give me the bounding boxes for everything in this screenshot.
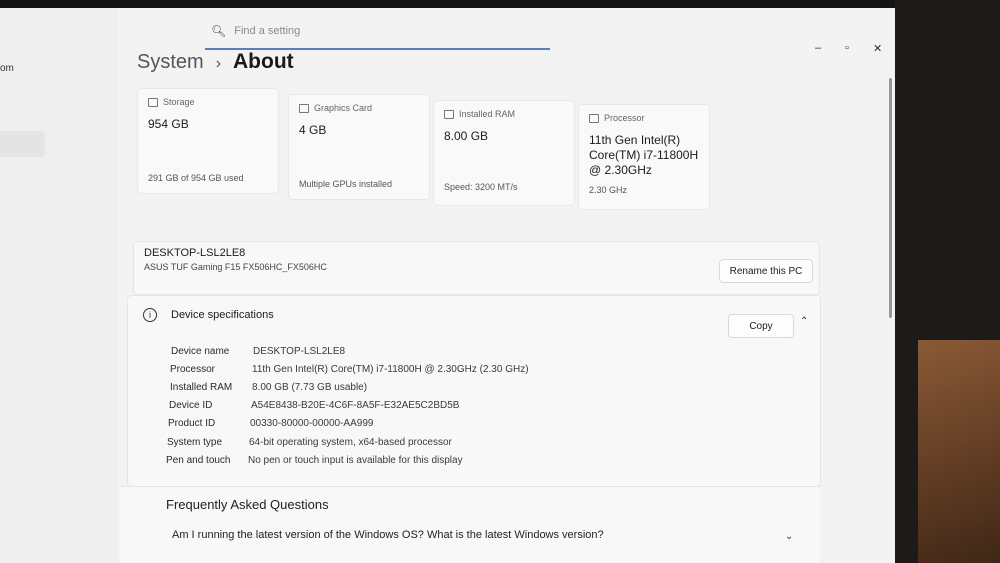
ram-speed: Speed: 3200 MT/s [444,182,518,192]
pc-model: ASUS TUF Gaming F15 FX506HC_FX506HC [144,262,327,272]
spec-value: 64-bit operating system, x64-based proce… [249,437,452,448]
faq-question[interactable]: Am I running the latest version of the W… [172,529,604,541]
spec-value: DESKTOP-LSL2LE8 [253,346,346,357]
spec-value: No pen or touch input is available for t… [248,455,463,466]
spec-value: 00330-80000-00000-AA999 [250,418,374,429]
ram-card[interactable]: Installed RAM 8.00 GB Speed: 3200 MT/s [433,100,575,206]
nav-item-fragment[interactable]: om [0,63,14,74]
storage-icon [148,97,158,107]
processor-label: Processor [604,113,645,123]
search-icon: 🔍︎ [211,24,227,38]
device-specifications-section: i Device specifications Copy ⌃ Device na… [127,295,821,487]
gpu-icon [299,103,309,113]
faq-title: Frequently Asked Questions [166,497,329,512]
wood-surface [918,340,1000,563]
specs-title: Device specifications [171,309,274,321]
ram-value: 8.00 GB [444,129,489,143]
processor-card[interactable]: Processor 11th Gen Intel(R) Core(TM) i7-… [578,104,710,210]
pc-name: DESKTOP-LSL2LE8 [144,247,246,259]
processor-speed: 2.30 GHz [589,185,628,195]
spec-key: System type [167,437,223,448]
navigation-pane: om [0,8,118,563]
info-icon: i [143,308,157,322]
graphics-value: 4 GB [299,123,327,137]
spec-key: Device ID [169,400,213,411]
settings-window: om 🔍︎ Find a setting – ▫ ✕ System › Abou… [0,8,895,563]
nav-selected-item[interactable] [0,131,45,157]
ram-label: Installed RAM [459,109,516,119]
breadcrumb: System › About [137,50,294,74]
page-title: About [233,50,294,73]
chevron-up-icon[interactable]: ⌃ [800,316,808,327]
ram-icon [444,109,454,119]
spec-key: Device name [171,346,230,357]
spec-value: A54E8438-B20E-4C6F-8A5F-E32AE5C2BD5B [251,400,460,411]
spec-key: Installed RAM [170,382,233,393]
pc-name-section: DESKTOP-LSL2LE8 ASUS TUF Gaming F15 FX50… [133,241,820,295]
graphics-sub: Multiple GPUs installed [299,179,393,189]
scrollbar[interactable] [889,78,892,318]
storage-card[interactable]: Storage 954 GB 291 GB of 954 GB used [137,88,279,194]
close-button[interactable]: ✕ [873,42,882,55]
spec-key: Product ID [168,418,216,429]
faq-section: Frequently Asked Questions Am I running … [120,486,820,563]
breadcrumb-separator: › [215,55,222,72]
spec-value: 11th Gen Intel(R) Core(TM) i7-11800H @ 2… [252,364,529,375]
rename-pc-button[interactable]: Rename this PC [719,259,813,283]
graphics-card-card[interactable]: Graphics Card 4 GB Multiple GPUs install… [288,94,430,200]
chevron-down-icon[interactable]: ⌄ [785,531,793,542]
restore-button[interactable]: ▫ [845,42,849,54]
processor-value: 11th Gen Intel(R) Core(TM) i7-11800H @ 2… [589,133,699,177]
search-input[interactable]: Find a setting [234,25,300,37]
processor-icon [589,113,599,123]
search-box[interactable]: 🔍︎ Find a setting [205,14,550,50]
storage-value: 954 GB [148,117,189,131]
storage-usage: 291 GB of 954 GB used [148,173,244,183]
storage-label: Storage [163,97,195,107]
copy-button[interactable]: Copy [728,314,794,338]
minimize-button[interactable]: – [815,42,821,54]
spec-key: Pen and touch [166,455,231,466]
spec-value: 8.00 GB (7.73 GB usable) [252,382,368,393]
graphics-label: Graphics Card [314,103,373,113]
spec-key: Processor [170,364,216,375]
breadcrumb-system[interactable]: System [137,51,204,74]
